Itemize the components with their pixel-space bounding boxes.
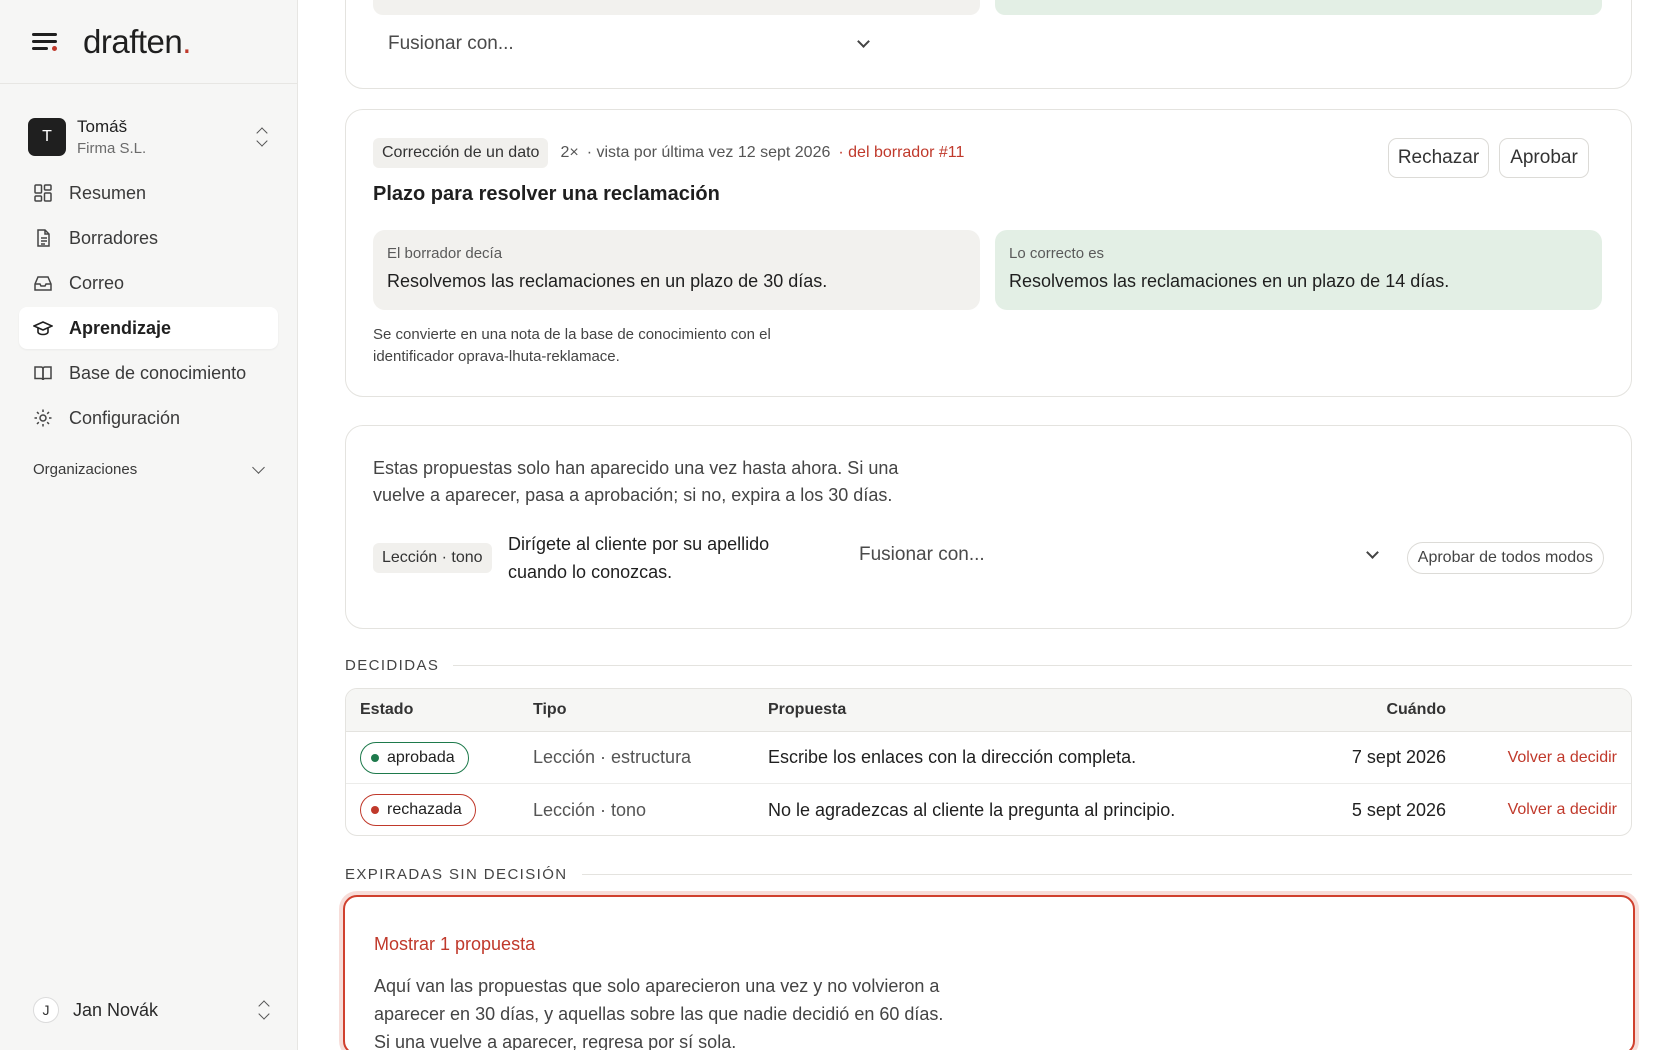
organizations-toggle[interactable]: Organizaciones	[0, 461, 297, 478]
sidebar: draften. T Tomáš Firma S.L. Resumen Borr…	[0, 0, 298, 1050]
column-header-estado: Estado	[360, 701, 414, 718]
organization-switcher[interactable]: T Tomáš Firma S.L.	[0, 116, 297, 158]
divider	[453, 665, 1632, 666]
status-dot-icon	[371, 806, 379, 814]
redecide-link[interactable]: Volver a decidir	[1508, 732, 1617, 783]
nav-item-label: Aprendizaje	[69, 317, 172, 338]
pending-description: Estas propuestas solo han aparecido una …	[373, 458, 899, 505]
nav-item-borradores[interactable]: Borradores	[19, 217, 278, 259]
org-company-name: Firma S.L.	[77, 140, 147, 157]
redecide-link[interactable]: Volver a decidir	[1508, 784, 1617, 835]
gear-icon	[33, 408, 53, 428]
proposal-meta: Corrección de un dato 2× · vista por últ…	[373, 138, 964, 168]
row-date: 7 sept 2026	[1351, 747, 1446, 767]
knowledge-note: Se convierte en una nota de la base de c…	[373, 326, 771, 365]
merge-select[interactable]: Fusionar con...	[388, 33, 870, 55]
proposal-title: Plazo para resolver una reclamación	[373, 183, 720, 205]
row-proposal: No le agradezcas al cliente la pregunta …	[768, 799, 1176, 820]
organizations-label: Organizaciones	[33, 461, 138, 478]
nav-item-label: Correo	[69, 272, 125, 293]
org-avatar: T	[28, 118, 66, 156]
chevron-down-icon	[1366, 546, 1379, 559]
expired-description: Aquí van las propuestas que solo apareci…	[374, 976, 944, 1050]
main-content: Fusionar con... Corrección de un dato 2×…	[298, 0, 1680, 1050]
nav-item-resumen[interactable]: Resumen	[19, 172, 278, 214]
section-title: EXPIRADAS SIN DECISIÓN	[345, 866, 568, 883]
nav-item-label: Resumen	[69, 182, 147, 203]
user-name: Jan Novák	[73, 999, 159, 1020]
pending-proposals-card: Estas propuestas solo han aparecido una …	[345, 425, 1632, 629]
occurrence-count: 2×	[560, 144, 579, 161]
column-header-propuesta: Propuesta	[768, 701, 847, 718]
decided-section-heading: DECIDIDAS	[345, 657, 1632, 674]
status-dot-icon	[371, 753, 379, 762]
expired-section-heading: EXPIRADAS SIN DECISIÓN	[345, 866, 1632, 883]
menu-icon[interactable]	[32, 32, 59, 52]
approve-anyway-button[interactable]: Aprobar de todos modos	[1406, 542, 1604, 574]
merge-select[interactable]: Fusionar con...	[859, 544, 1379, 566]
brand-header: draften.	[0, 0, 297, 84]
divider	[581, 874, 1632, 875]
row-date: 5 sept 2026	[1351, 799, 1446, 820]
last-seen: · vista por última vez 12 sept 2026	[586, 144, 831, 161]
nav-item-correo[interactable]: Correo	[19, 262, 278, 304]
column-header-cuando: Cuándo	[1386, 701, 1446, 718]
proposal-card-partial: Fusionar con...	[345, 0, 1632, 89]
document-icon	[33, 228, 53, 248]
list-item: Lección · tono Dirígete al cliente por s…	[373, 530, 1604, 586]
row-type: Lección · estructura	[533, 747, 692, 767]
chevron-down-icon	[857, 35, 870, 48]
nav-item-configuracion[interactable]: Configuración	[19, 397, 278, 439]
correct-is-box: Lo correcto es Resolvemos las reclamacio…	[995, 230, 1602, 310]
book-icon	[33, 363, 53, 383]
row-type: Lección · tono	[533, 799, 647, 820]
chevron-up-down-icon	[257, 999, 271, 1021]
table-row: rechazada Lección · tono No le agradezca…	[346, 784, 1631, 835]
section-title: DECIDIDAS	[345, 657, 440, 674]
draft-said-text: Resolvemos las reclamaciones en un plazo…	[387, 271, 828, 291]
proposal-type-tag: Corrección de un dato	[373, 138, 549, 168]
draft-said-box: El borrador decía Resolvemos las reclama…	[373, 230, 980, 310]
row-proposal: Escribe los enlaces con la dirección com…	[768, 747, 1137, 767]
main-nav: Resumen Borradores Correo Aprendizaje Ba…	[0, 172, 297, 439]
show-expired-link[interactable]: Mostrar 1 propuesta	[374, 934, 535, 955]
merge-select-value: Fusionar con...	[859, 544, 985, 565]
nav-item-aprendizaje[interactable]: Aprendizaje	[19, 307, 278, 349]
chevron-down-icon	[252, 461, 265, 474]
correct-is-label: Lo correcto es	[1009, 245, 1105, 262]
column-header-tipo: Tipo	[533, 701, 567, 718]
status-badge: aprobada	[360, 741, 469, 774]
user-menu[interactable]: J Jan Novák	[33, 990, 271, 1030]
dashboard-icon	[33, 183, 53, 203]
draft-said-label: El borrador decía	[387, 245, 503, 262]
expired-proposals-card[interactable]: Mostrar 1 propuesta Aquí van las propues…	[343, 895, 1635, 1050]
table-header: Estado Tipo Propuesta Cuándo	[346, 689, 1631, 732]
org-user-name: Tomáš	[77, 117, 128, 136]
table-row: aprobada Lección · estructura Escribe lo…	[346, 732, 1631, 784]
graduation-cap-icon	[33, 318, 53, 338]
status-badge: rechazada	[360, 794, 476, 826]
merge-select-value: Fusionar con...	[388, 33, 514, 54]
nav-item-label: Borradores	[69, 227, 159, 248]
source-draft-link[interactable]: · del borrador #11	[838, 144, 964, 162]
nav-item-label: Base de conocimiento	[69, 362, 247, 383]
decided-table: Estado Tipo Propuesta Cuándo aprobada Le…	[345, 688, 1632, 836]
approve-button[interactable]: Aprobar	[1499, 138, 1589, 178]
nav-item-base-conocimiento[interactable]: Base de conocimiento	[19, 352, 278, 394]
logo: draften.	[83, 22, 191, 60]
correction-proposal-card: Corrección de un dato 2× · vista por últ…	[345, 109, 1632, 397]
draft-text-box	[373, 0, 980, 15]
chevron-up-down-icon	[255, 126, 269, 148]
proposal-text: Dirígete al cliente por su apellido cuan…	[508, 534, 770, 582]
proposal-type-tag: Lección · tono	[373, 543, 492, 573]
nav-item-label: Configuración	[69, 407, 181, 428]
reject-button[interactable]: Rechazar	[1388, 138, 1489, 178]
avatar: J	[33, 997, 59, 1023]
correct-text-box	[995, 0, 1602, 15]
inbox-icon	[33, 273, 53, 293]
correct-is-text: Resolvemos las reclamaciones en un plazo…	[1009, 271, 1450, 291]
